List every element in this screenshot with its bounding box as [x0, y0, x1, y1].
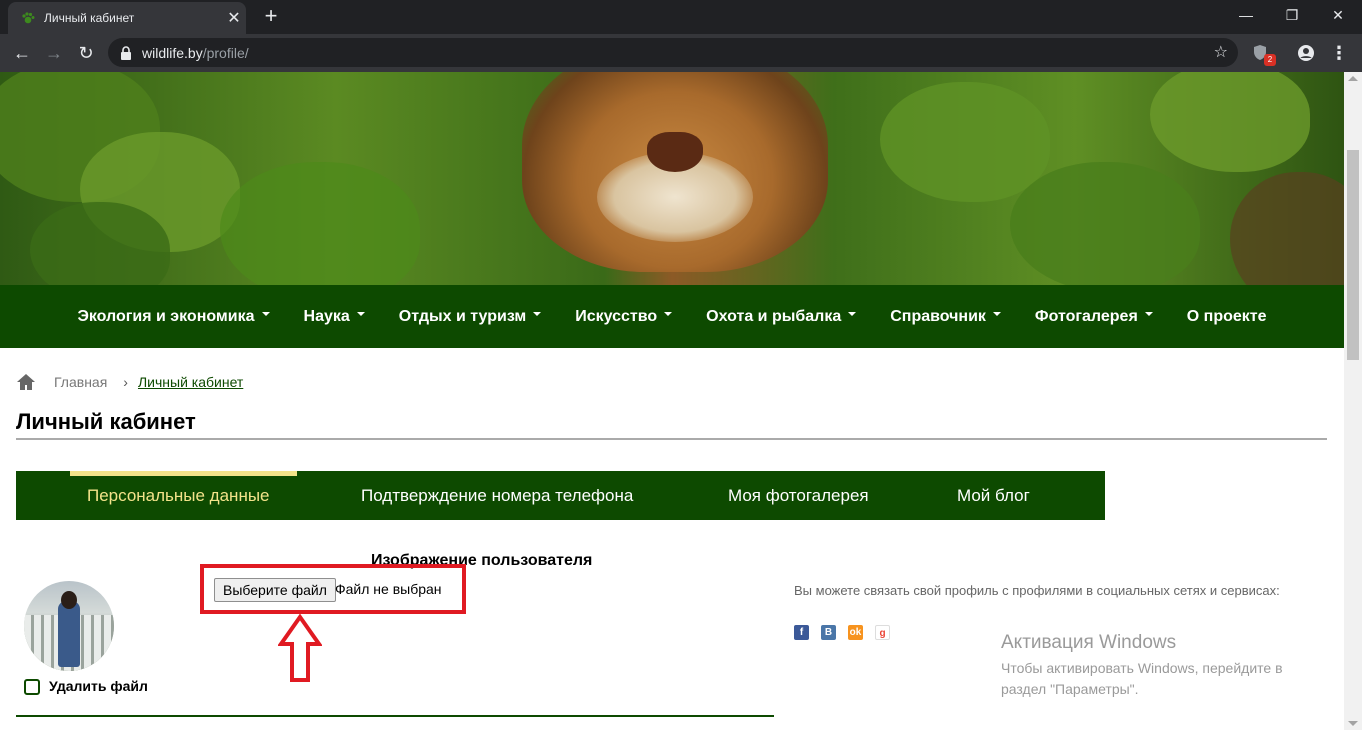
scrollbar-thumb[interactable]: [1347, 150, 1359, 360]
tab-personal-data[interactable]: Персональные данные: [87, 471, 270, 520]
chevron-down-icon: [533, 312, 542, 317]
breadcrumb-home[interactable]: Главная: [54, 374, 107, 390]
paw-favicon-icon: [20, 10, 36, 26]
tab-my-photogallery[interactable]: Моя фотогалерея: [728, 471, 869, 520]
chevron-down-icon: [1144, 312, 1153, 317]
url-path: /profile/: [202, 44, 249, 61]
new-tab-icon[interactable]: +: [258, 4, 284, 30]
chevron-down-icon: [664, 312, 673, 317]
browser-tab[interactable]: Личный кабинет ✕: [8, 2, 246, 34]
page-viewport: Экология и экономика Наука Отдых и туриз…: [0, 72, 1344, 730]
home-icon[interactable]: [16, 373, 36, 391]
window-close-icon[interactable]: ✕: [1314, 0, 1362, 32]
activation-line-2: раздел "Параметры".: [1001, 681, 1139, 697]
nav-science[interactable]: Наука: [304, 308, 365, 326]
social-icons: f B ok g: [794, 625, 902, 640]
facebook-icon[interactable]: f: [794, 625, 809, 640]
breadcrumb: Главная › Личный кабинет: [16, 370, 243, 394]
delete-file-checkbox[interactable]: [24, 679, 40, 695]
lock-icon: [121, 45, 131, 60]
browser-tab-title: Личный кабинет: [44, 11, 135, 25]
odnoklassniki-icon[interactable]: ok: [848, 625, 863, 640]
tab-my-blog[interactable]: Мой блог: [957, 471, 1030, 520]
windows-activation-watermark: Активация Windows Чтобы активировать Win…: [1001, 632, 1311, 700]
back-icon[interactable]: ←: [9, 40, 35, 66]
scroll-up-icon[interactable]: [1348, 76, 1358, 81]
delete-file-label[interactable]: Удалить файл: [49, 678, 148, 694]
nav-reference[interactable]: Справочник: [890, 308, 1001, 326]
chevron-down-icon: [848, 312, 857, 317]
restore-icon[interactable]: ❐: [1268, 0, 1316, 32]
browser-toolbar: ← → ↻ wildlife.by/profile/ ☆ ⋮: [0, 34, 1362, 72]
chevron-right-icon: ›: [123, 374, 128, 390]
activation-line-1: Чтобы активировать Windows, перейдите в: [1001, 660, 1283, 676]
chevron-down-icon: [992, 312, 1001, 317]
browser-tab-strip: Личный кабинет ✕ + — ❐ ✕: [0, 0, 1362, 34]
chevron-down-icon: [356, 312, 365, 317]
choose-file-button[interactable]: Выберите файл: [214, 578, 336, 602]
title-divider: [16, 438, 1327, 440]
activation-heading: Активация Windows: [1001, 632, 1177, 653]
url-host: wildlife.by: [142, 44, 203, 61]
scroll-down-icon[interactable]: [1348, 721, 1358, 726]
profile-icon[interactable]: [1296, 43, 1316, 63]
avatar: [24, 581, 114, 671]
main-navigation: Экология и экономика Наука Отдых и туриз…: [0, 285, 1344, 348]
page-scrollbar[interactable]: [1344, 72, 1362, 730]
bookmark-star-icon[interactable]: ☆: [1214, 42, 1228, 62]
nav-photogallery[interactable]: Фотогалерея: [1035, 308, 1153, 326]
vkontakte-icon[interactable]: B: [821, 625, 836, 640]
nav-ecology[interactable]: Экология и экономика: [77, 308, 270, 326]
chevron-down-icon: [261, 312, 270, 317]
extension-badge: 2: [1264, 54, 1276, 66]
tab-phone-confirmation[interactable]: Подтверждение номера телефона: [361, 471, 633, 520]
page-title: Личный кабинет: [16, 409, 196, 434]
address-bar[interactable]: wildlife.by/profile/ ☆: [108, 38, 1238, 67]
profile-tabs: Персональные данные Подтверждение номера…: [16, 471, 1105, 520]
nav-hunting[interactable]: Охота и рыбалка: [706, 308, 857, 326]
section-divider: [16, 715, 774, 717]
social-link-text: Вы можете связать свой профиль с профиля…: [794, 583, 1280, 598]
nav-about[interactable]: О проекте: [1187, 308, 1267, 326]
nav-art[interactable]: Искусство: [575, 308, 673, 326]
nav-tourism[interactable]: Отдых и туризм: [399, 308, 542, 326]
tab-close-icon[interactable]: ✕: [222, 8, 246, 28]
menu-kebab-icon[interactable]: ⋮: [1326, 40, 1352, 66]
file-status-text: Файл не выбран: [335, 581, 442, 597]
forward-icon[interactable]: →: [41, 40, 67, 66]
arrow-up-icon: [278, 614, 322, 682]
minimize-icon[interactable]: —: [1222, 0, 1270, 32]
breadcrumb-current[interactable]: Личный кабинет: [138, 374, 243, 390]
google-icon[interactable]: g: [875, 625, 890, 640]
reload-icon[interactable]: ↻: [73, 40, 99, 66]
header-banner-image: [0, 72, 1344, 285]
